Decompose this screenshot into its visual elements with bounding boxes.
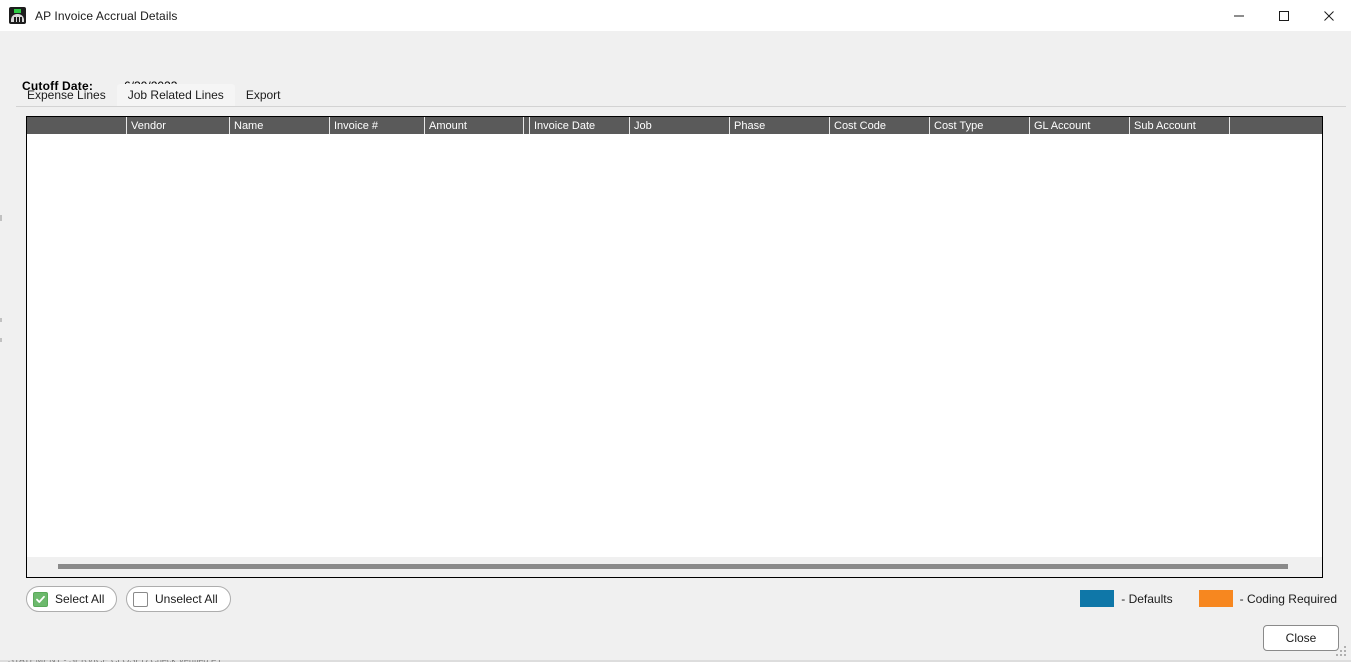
unselect-all-button[interactable]: Unselect All	[126, 586, 231, 612]
background-window-edge	[0, 318, 2, 322]
grid-column-header-cost-code[interactable]: Cost Code	[829, 117, 929, 134]
grid-column-header-vendor[interactable]: Vendor	[126, 117, 229, 134]
grid-column-header-amount[interactable]: Amount	[424, 117, 523, 134]
grid-body-empty	[27, 134, 1322, 557]
grid-column-header-job[interactable]: Job	[629, 117, 729, 134]
legend-swatch-defaults	[1080, 590, 1115, 607]
grid-column-header-invoice-num[interactable]: Invoice #	[329, 117, 424, 134]
app-logo-icon	[9, 7, 26, 24]
tab-strip: Expense Lines Job Related Lines Export	[16, 84, 1346, 107]
footer-bar: Select All Unselect All - Defaults - Cod…	[0, 578, 1351, 662]
select-all-checkbox-icon	[33, 591, 48, 607]
tab-job-related-lines[interactable]: Job Related Lines	[116, 84, 235, 106]
minimize-icon	[1233, 15, 1244, 16]
legend-label-coding-required: - Coding Required	[1239, 591, 1337, 606]
scrollbar-track[interactable]	[27, 564, 1322, 570]
select-all-label: Select All	[55, 592, 105, 606]
tab-export[interactable]: Export	[235, 84, 292, 106]
maximize-icon	[1278, 10, 1289, 21]
unselect-all-checkbox-icon	[133, 591, 148, 607]
minimize-button[interactable]	[1216, 0, 1261, 31]
resize-grip[interactable]	[1336, 646, 1347, 657]
tab-list: Expense Lines Job Related Lines Export	[16, 84, 292, 106]
color-legend: - Defaults - Coding Required	[1054, 590, 1337, 607]
background-window-edge	[0, 215, 2, 221]
cutoff-date-row: Cutoff Date: 6/30/2023	[0, 31, 1351, 93]
title-bar: AP Invoice Accrual Details	[0, 0, 1351, 31]
grid-column-header-invoice-date[interactable]: Invoice Date	[529, 117, 629, 134]
legend-item-defaults: - Defaults	[1080, 590, 1173, 607]
ap-invoice-accrual-details-window: AP Invoice Accrual Details Cutoff Date: …	[0, 0, 1351, 662]
grid-column-header-sub-account[interactable]: Sub Account	[1129, 117, 1229, 134]
close-icon	[1323, 10, 1334, 21]
grid-header-row: Vendor Name Invoice # Amount Invoice Dat…	[27, 117, 1322, 134]
grid-column-header-select[interactable]	[27, 117, 126, 134]
legend-label-defaults: - Defaults	[1121, 591, 1173, 606]
scrollbar-thumb[interactable]	[58, 564, 1289, 569]
grid-column-header-gl-account[interactable]: GL Account	[1029, 117, 1129, 134]
grid-horizontal-scrollbar[interactable]	[27, 556, 1322, 577]
job-related-lines-grid: Vendor Name Invoice # Amount Invoice Dat…	[26, 116, 1323, 578]
tab-strip-underline	[16, 106, 1346, 107]
window-title: AP Invoice Accrual Details	[35, 8, 178, 23]
tab-expense-lines[interactable]: Expense Lines	[16, 84, 117, 106]
unselect-all-label: Unselect All	[155, 592, 218, 606]
close-dialog-button[interactable]: Close	[1263, 625, 1339, 651]
grid-column-header-name[interactable]: Name	[229, 117, 329, 134]
grid-column-header-phase[interactable]: Phase	[729, 117, 829, 134]
grid-column-header-cost-type[interactable]: Cost Type	[929, 117, 1029, 134]
legend-swatch-coding-required	[1198, 590, 1233, 607]
window-controls	[1216, 0, 1351, 31]
close-window-button[interactable]	[1306, 0, 1351, 31]
background-window-edge	[0, 338, 2, 342]
grid-column-header-trailing[interactable]	[1229, 117, 1322, 134]
legend-item-coding-required: - Coding Required	[1198, 590, 1337, 607]
select-all-button[interactable]: Select All	[26, 586, 118, 612]
maximize-button[interactable]	[1261, 0, 1306, 31]
